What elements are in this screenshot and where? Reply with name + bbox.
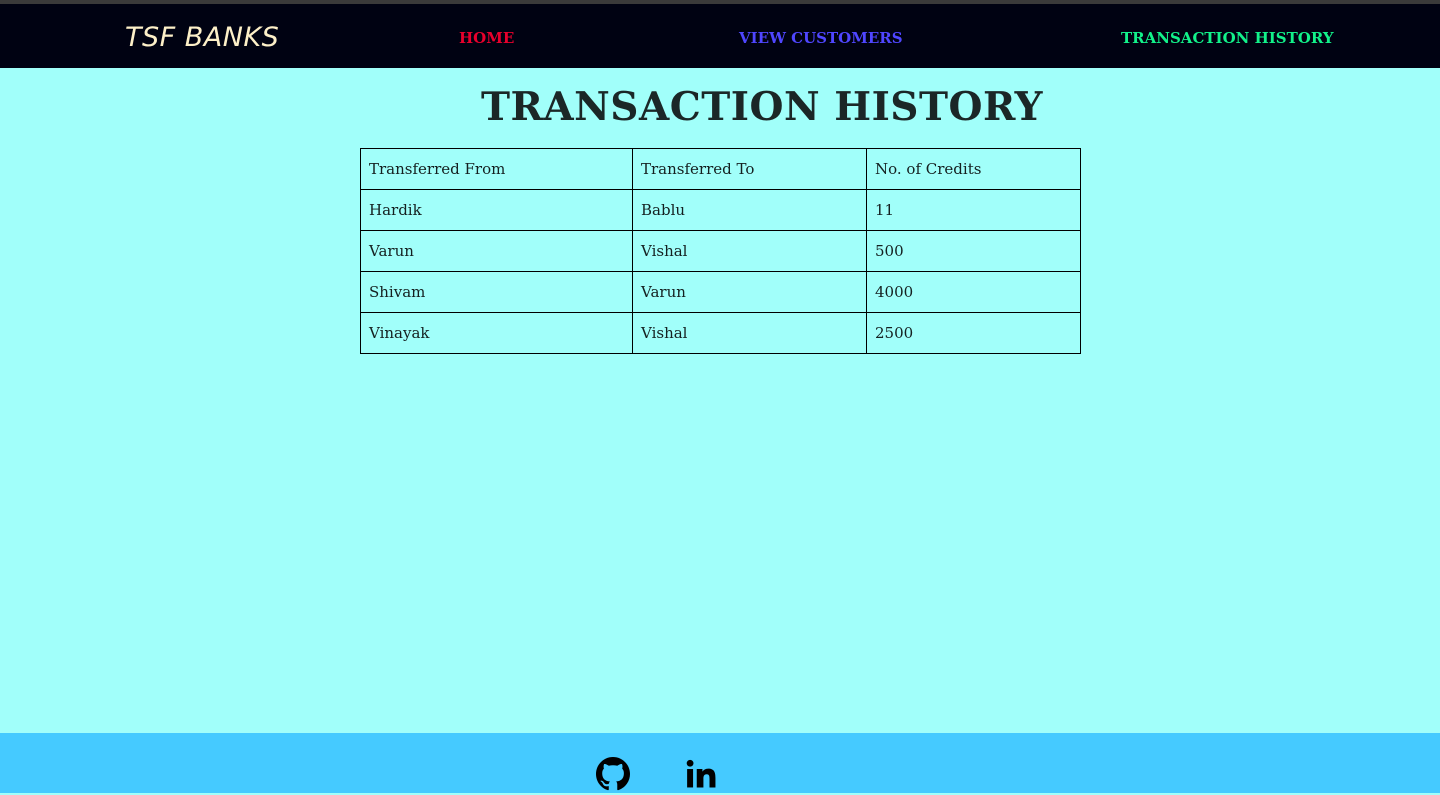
cell-transferred-from: Hardik [360, 189, 633, 231]
cell-transferred-from: Vinayak [360, 312, 633, 354]
column-header-credits: No. of Credits [866, 148, 1081, 190]
cell-credits: 2500 [866, 312, 1081, 354]
footer [0, 733, 1440, 793]
cell-transferred-to: Vishal [632, 312, 867, 354]
cell-credits: 11 [866, 189, 1081, 231]
table-row: Varun Vishal 500 [360, 230, 1081, 272]
nav-link-view-customers[interactable]: VIEW CUSTOMERS [739, 28, 903, 48]
github-icon[interactable] [596, 757, 630, 791]
cell-transferred-to: Varun [632, 271, 867, 313]
linkedin-icon[interactable] [684, 757, 718, 791]
table-row: Shivam Varun 4000 [360, 271, 1081, 313]
cell-credits: 500 [866, 230, 1081, 272]
cell-credits: 4000 [866, 271, 1081, 313]
table-row: Hardik Bablu 11 [360, 189, 1081, 231]
cell-transferred-to: Bablu [632, 189, 867, 231]
table-row: Vinayak Vishal 2500 [360, 312, 1081, 354]
cell-transferred-from: Shivam [360, 271, 633, 313]
cell-transferred-from: Varun [360, 230, 633, 272]
column-header-transferred-from: Transferred From [360, 148, 633, 190]
page-title: TRANSACTION HISTORY [480, 84, 1044, 130]
nav-link-transaction-history[interactable]: TRANSACTION HISTORY [1121, 28, 1334, 48]
cell-transferred-to: Vishal [632, 230, 867, 272]
column-header-transferred-to: Transferred To [632, 148, 867, 190]
brand-logo[interactable]: TSF BANKS [125, 22, 279, 54]
transaction-history-table: Transferred From Transferred To No. of C… [360, 148, 1081, 354]
navbar: TSF BANKS HOME VIEW CUSTOMERS TRANSACTIO… [0, 4, 1440, 68]
table-header-row: Transferred From Transferred To No. of C… [360, 148, 1081, 190]
nav-link-home[interactable]: HOME [459, 28, 514, 48]
